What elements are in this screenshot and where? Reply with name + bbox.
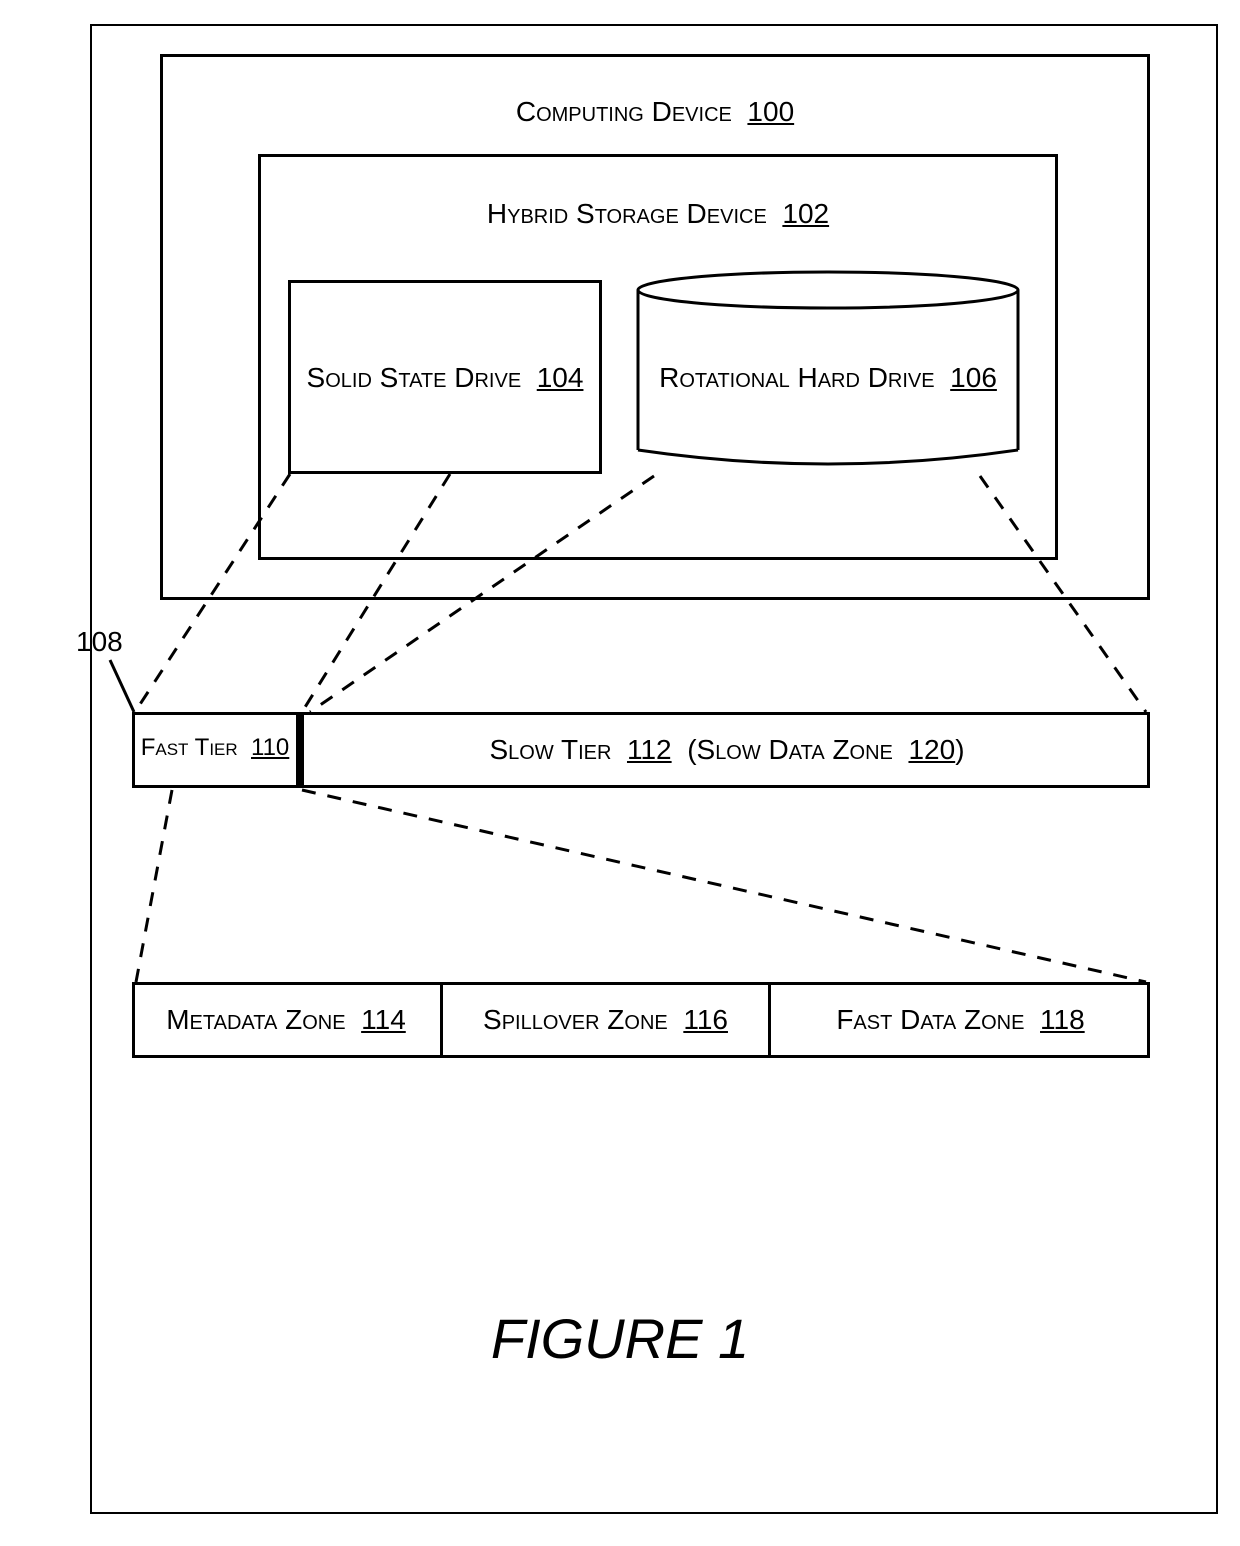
hybrid-storage-label: Hybrid Storage Device 102: [258, 198, 1058, 230]
callout-108-text: 108: [76, 626, 123, 657]
spillover-zone-text: Spillover Zone: [483, 1004, 668, 1035]
slow-tier-ref: 112: [627, 734, 672, 765]
diagram-stage: Computing Device 100 Hybrid Storage Devi…: [0, 0, 1240, 1546]
fast-tier-label: Fast Tier 110: [132, 734, 298, 762]
fast-tier-ref: 110: [251, 734, 289, 761]
computing-device-text: Computing Device: [516, 96, 732, 127]
hdd-text: Rotational Hard Drive: [659, 362, 935, 393]
spillover-zone-ref: 116: [683, 1004, 728, 1035]
figure-title: FIGURE 1: [0, 1306, 1240, 1371]
spillover-zone-label: Spillover Zone 116: [443, 1004, 768, 1036]
hybrid-storage-text: Hybrid Storage Device: [487, 198, 767, 229]
fast-data-zone-label: Fast Data Zone 118: [771, 1004, 1150, 1036]
metadata-zone-text: Metadata Zone: [166, 1004, 345, 1035]
slow-tier-label: Slow Tier 112 (Slow Data Zone 120): [304, 734, 1150, 766]
hdd-label: Rotational Hard Drive 106: [630, 362, 1026, 394]
ssd-ref: 104: [537, 362, 584, 393]
hybrid-storage-ref: 102: [782, 198, 829, 229]
slow-tier-text: Slow Tier: [489, 734, 611, 765]
computing-device-label: Computing Device 100: [160, 96, 1150, 128]
hdd-ref: 106: [950, 362, 997, 393]
slow-tier-paren-ref: 120: [908, 734, 955, 765]
computing-device-ref: 100: [747, 96, 794, 127]
fast-data-zone-text: Fast Data Zone: [836, 1004, 1024, 1035]
fast-data-zone-ref: 118: [1040, 1004, 1085, 1035]
fast-tier-text: Fast Tier: [141, 734, 238, 761]
callout-108: 108: [76, 626, 123, 658]
figure-title-text: FIGURE 1: [491, 1307, 749, 1370]
metadata-zone-label: Metadata Zone 114: [132, 1004, 440, 1036]
ssd-label: Solid State Drive 104: [288, 362, 602, 394]
metadata-zone-ref: 114: [361, 1004, 406, 1035]
ssd-text: Solid State Drive: [307, 362, 522, 393]
slow-tier-paren-close: ): [955, 734, 964, 765]
slow-tier-paren-open: (Slow Data Zone: [687, 734, 893, 765]
